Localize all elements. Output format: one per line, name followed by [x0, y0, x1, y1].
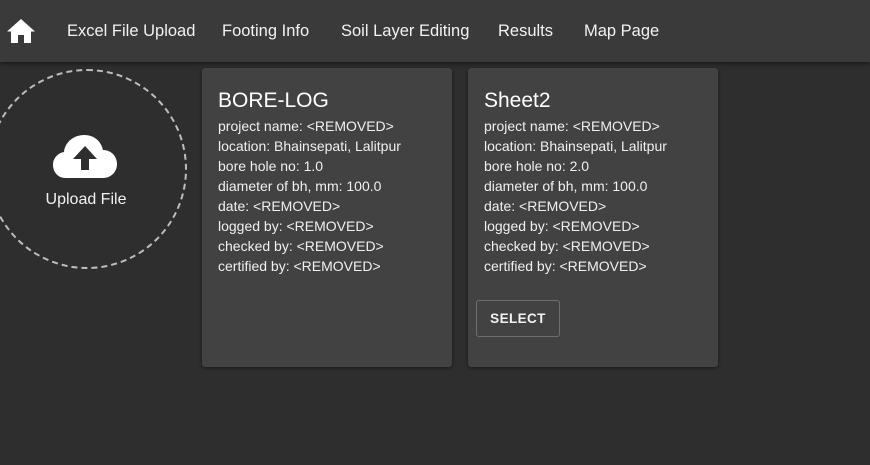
checked-by-line: checked by: <REMOVED> — [484, 238, 650, 254]
project-name-line: project name: <REMOVED> — [218, 118, 394, 134]
card-title: BORE-LOG — [218, 89, 329, 112]
cloud-upload-icon — [53, 135, 117, 178]
checked-by-line: checked by: <REMOVED> — [218, 238, 384, 254]
card-details: project name: <REMOVED> location: Bhains… — [218, 116, 401, 276]
date-line: date: <REMOVED> — [484, 198, 607, 214]
certified-by-line: certified by: <REMOVED> — [218, 258, 381, 274]
select-button[interactable]: SELECT — [476, 300, 560, 337]
upload-file-label: Upload File — [45, 191, 127, 208]
date-line: date: <REMOVED> — [218, 198, 341, 214]
home-button[interactable] — [6, 17, 36, 45]
logged-by-line: logged by: <REMOVED> — [484, 218, 640, 234]
nav-map-page[interactable]: Map Page — [584, 20, 659, 42]
card-details: project name: <REMOVED> location: Bhains… — [484, 116, 667, 276]
location-line: location: Bhainsepati, Lalitpur — [484, 138, 667, 154]
home-icon — [7, 19, 35, 43]
location-line: location: Bhainsepati, Lalitpur — [218, 138, 401, 154]
bore-hole-no-line: bore hole no: 1.0 — [218, 158, 324, 174]
bore-hole-no-line: bore hole no: 2.0 — [484, 158, 590, 174]
sheet-card-bore-log: BORE-LOG project name: <REMOVED> locatio… — [202, 68, 452, 367]
logged-by-line: logged by: <REMOVED> — [218, 218, 374, 234]
nav-excel-file-upload[interactable]: Excel File Upload — [67, 20, 195, 42]
card-title: Sheet2 — [484, 89, 551, 112]
sheet-card-sheet2: Sheet2 project name: <REMOVED> location:… — [468, 68, 718, 367]
nav-results[interactable]: Results — [498, 20, 553, 42]
nav-soil-layer-editing[interactable]: Soil Layer Editing — [341, 20, 469, 42]
diameter-line: diameter of bh, mm: 100.0 — [484, 178, 648, 194]
top-app-bar: Excel File Upload Footing Info Soil Laye… — [0, 0, 870, 62]
nav-footing-info[interactable]: Footing Info — [222, 20, 309, 42]
project-name-line: project name: <REMOVED> — [484, 118, 660, 134]
certified-by-line: certified by: <REMOVED> — [484, 258, 647, 274]
diameter-line: diameter of bh, mm: 100.0 — [218, 178, 382, 194]
